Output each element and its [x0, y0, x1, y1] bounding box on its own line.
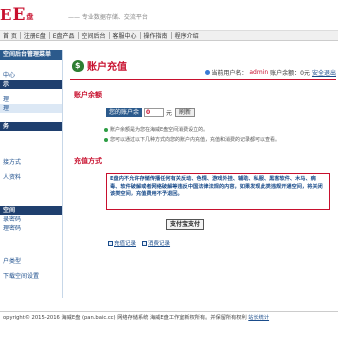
balance-label: 您的账户余额: [106, 108, 142, 125]
document-icon: [142, 240, 148, 246]
nav-item-support[interactable]: 客服中心: [110, 31, 140, 40]
document-icon: [108, 240, 113, 246]
alipay-button[interactable]: 支付宝支付: [166, 219, 205, 230]
sidebar-item[interactable]: 理: [0, 95, 62, 104]
sidebar-section-header: 空间: [0, 206, 62, 215]
spending-records-label: 消费记录: [148, 241, 171, 247]
sidebar-item[interactable]: 人资料: [0, 173, 62, 182]
balance-summary: 账户余额：0元: [270, 70, 310, 77]
note-text: 账户余额是为您在海威E盘空间消费设立的。: [110, 127, 209, 133]
nav-item-guide[interactable]: 操作指南: [141, 31, 171, 40]
username: admin: [249, 69, 269, 76]
sidebar-item[interactable]: 户类型: [0, 257, 62, 266]
note-item: 账户余额是为您在海威E盘空间消费设立的。: [104, 126, 208, 133]
nav-item-products[interactable]: E盘产品: [50, 31, 78, 40]
sidebar-item[interactable]: [0, 113, 62, 122]
sidebar-item[interactable]: [0, 149, 62, 158]
logo-prefix: E: [0, 6, 11, 24]
sidebar-section-header: 务: [0, 122, 62, 131]
sidebar-item[interactable]: 中心: [0, 71, 62, 80]
bullet-icon: [104, 127, 108, 132]
nav-item-program[interactable]: 程序介绍: [172, 31, 202, 40]
top-nav: 首 页 注册E盘 E盘产品 空间后台 客服中心 操作指南 程序介绍: [0, 30, 338, 41]
recharge-records-link[interactable]: 充值记录: [108, 239, 136, 247]
nav-item-register[interactable]: 注册E盘: [21, 31, 49, 40]
sidebar-item[interactable]: [0, 233, 62, 242]
money-bag-icon: [72, 59, 84, 72]
sidebar-title: 空间后台管理菜单: [0, 50, 62, 60]
slogan: —— 专业数据存储、交流平台: [68, 14, 148, 21]
footer-stats-link[interactable]: 站长统计: [248, 315, 269, 321]
header-divider: [70, 79, 336, 80]
balance-value: 0: [144, 108, 164, 117]
note-item: 您可以通过以下几种方式向您的账户内充值，充值和消费的记录都可以查看。: [104, 136, 280, 143]
sidebar-item[interactable]: 理: [0, 104, 62, 113]
spending-records-link[interactable]: 消费记录: [142, 239, 170, 247]
sidebar-item[interactable]: [0, 140, 62, 149]
bullet-icon: [104, 137, 108, 142]
balance-section-title: 账户余额: [74, 91, 102, 99]
logo-suffix: 盘: [26, 13, 34, 21]
sidebar-item[interactable]: [0, 248, 62, 257]
user-icon: [205, 70, 211, 75]
main-content: 账户充值 当前用户名： admin 账户余额：0元 安全退出 账户余额 您的账户…: [64, 50, 338, 298]
site-logo[interactable]: E E 盘: [0, 5, 34, 25]
records-links: 充值记录 消费记录: [108, 239, 176, 247]
sidebar-menu: 空间后台管理菜单 中心示理理务接方式 人资料 空间 录密码 理密码 户类型 下载空间设置: [0, 50, 63, 298]
sidebar-item[interactable]: [0, 182, 62, 191]
recharge-section-title: 充值方式: [74, 157, 102, 165]
logout-link[interactable]: 安全退出: [312, 68, 336, 77]
note-text: 您可以通过以下几种方式向您的账户内充值，充值和消费的记录都可以查看。: [110, 137, 281, 143]
sidebar-section-header: 示: [0, 80, 62, 89]
sidebar-item[interactable]: 录密码: [0, 215, 62, 224]
site-header: E E 盘 —— 专业数据存储、交流平台: [0, 0, 338, 30]
sidebar-item[interactable]: [0, 62, 62, 71]
sidebar-item[interactable]: [0, 131, 62, 140]
page-header: 账户充值: [72, 58, 127, 73]
user-bar: 当前用户名： admin 账户余额：0元 安全退出: [205, 68, 336, 77]
sidebar-item[interactable]: [0, 281, 62, 290]
recharge-records-label: 充值记录: [114, 241, 137, 247]
footer-copyright: opyright© 2015-2016 海威E盘 (pan.baic.cc) 网…: [3, 315, 247, 321]
nav-item-home[interactable]: 首 页: [0, 31, 20, 40]
refresh-button[interactable]: 刷新: [175, 108, 196, 117]
user-label: 当前用户名：: [211, 70, 248, 77]
sidebar-item[interactable]: 下载空间设置: [0, 272, 62, 281]
site-footer: opyright© 2015-2016 海威E盘 (pan.baic.cc) 网…: [0, 311, 338, 325]
sidebar-item[interactable]: 理密码: [0, 224, 62, 233]
balance-row: 您的账户余额 0 元 刷新: [106, 108, 196, 125]
warning-notice: E盘内不允许存储传播任何有关反动、色情、游戏外挂、辅助、私服、黑客软件、木马、病…: [106, 173, 330, 210]
sidebar-item[interactable]: [0, 197, 62, 206]
page-title: 账户充值: [87, 62, 127, 73]
sidebar-list: 中心示理理务接方式 人资料 空间 录密码 理密码 户类型 下载空间设置: [0, 62, 62, 290]
logo-big: E: [12, 5, 26, 25]
nav-item-admin[interactable]: 空间后台: [79, 31, 109, 40]
balance-unit: 元: [166, 110, 173, 117]
sidebar-item[interactable]: 接方式: [0, 158, 62, 167]
